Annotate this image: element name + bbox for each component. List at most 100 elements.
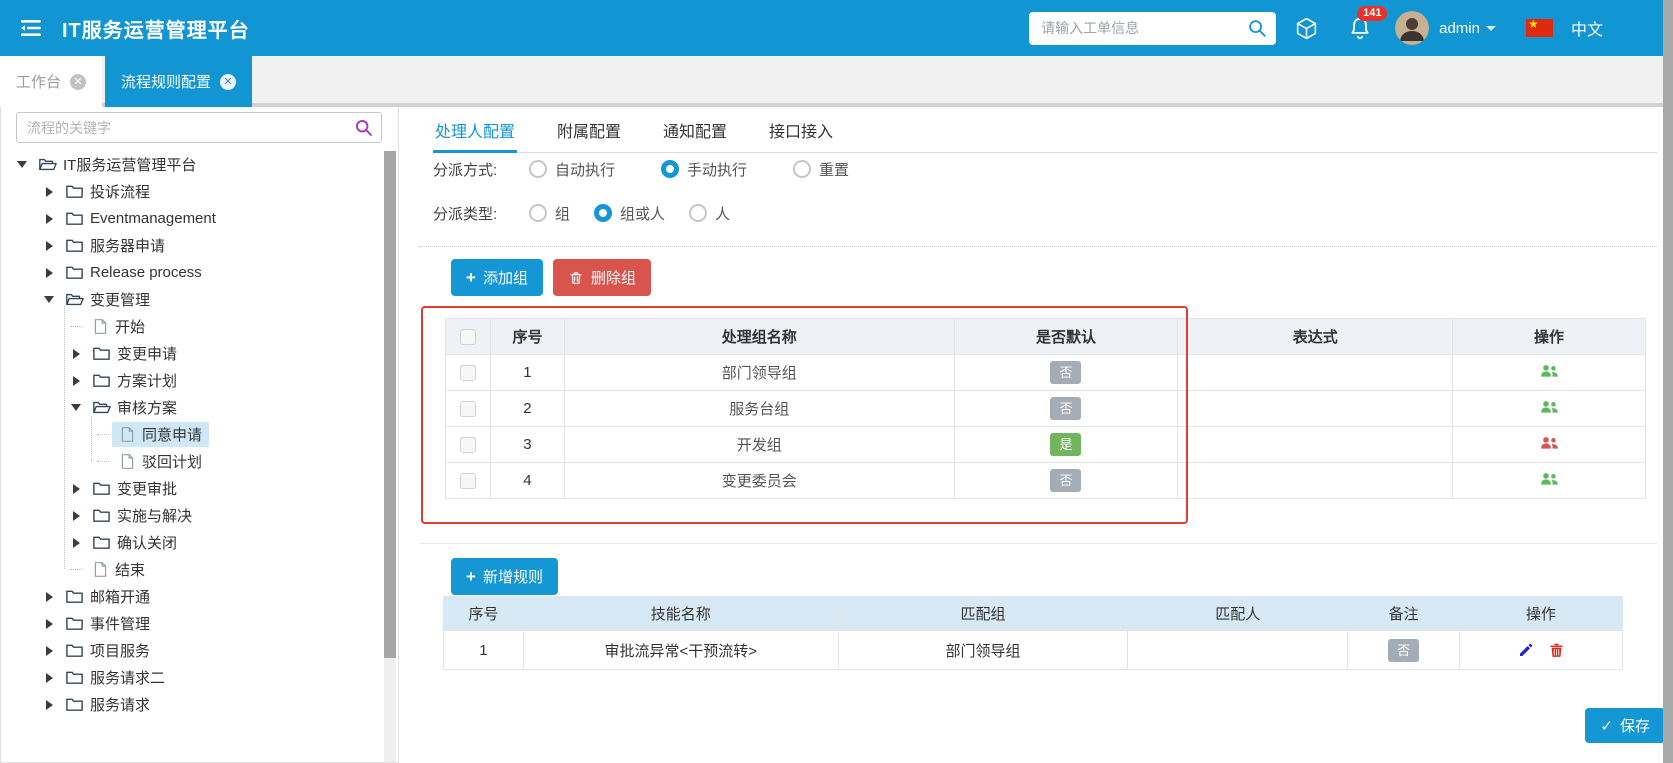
users-icon[interactable]	[1539, 360, 1560, 381]
window-tab-流程规则配置[interactable]: 流程规则配置 ✕	[105, 56, 252, 107]
notifications-bell-icon[interactable]: 141	[1347, 15, 1373, 41]
tree-item[interactable]: 同意申请	[1, 421, 398, 448]
radio-icon[interactable]	[793, 160, 811, 178]
tree-item[interactable]: 服务请求二	[1, 664, 398, 691]
expand-arrow-icon[interactable]	[67, 376, 85, 386]
radio-icon[interactable]	[529, 160, 547, 178]
search-icon[interactable]	[1246, 17, 1268, 44]
tree-item[interactable]: 项目服务	[1, 637, 398, 664]
ticket-search-input[interactable]	[1029, 12, 1276, 45]
tree-item[interactable]: 变更审批	[1, 475, 398, 502]
radio-option-组[interactable]: 组	[529, 203, 570, 224]
china-flag-icon[interactable]: ★	[1526, 19, 1553, 37]
edit-pencil-icon[interactable]	[1518, 642, 1534, 658]
radio-option-重置[interactable]: 重置	[793, 159, 849, 180]
expand-arrow-icon[interactable]	[40, 214, 58, 224]
language-switch[interactable]: 中文	[1571, 16, 1603, 40]
tree-item[interactable]: 开始	[1, 313, 398, 340]
radio-icon[interactable]	[689, 204, 707, 222]
sidebar-scrollbar[interactable]	[384, 151, 396, 762]
radio-option-手动执行[interactable]: 手动执行	[661, 159, 747, 180]
user-menu[interactable]: admin	[1439, 20, 1496, 37]
expand-arrow-icon[interactable]	[40, 268, 58, 278]
rule-table-header: 序号	[444, 597, 524, 631]
expand-arrow-icon[interactable]	[40, 592, 58, 602]
expand-arrow-icon[interactable]	[40, 700, 58, 710]
radio-icon[interactable]	[661, 160, 679, 178]
folder-icon	[65, 695, 84, 714]
users-icon[interactable]	[1539, 432, 1560, 453]
delete-trash-icon[interactable]	[1548, 642, 1565, 659]
radio-icon[interactable]	[594, 204, 612, 222]
expand-arrow-icon[interactable]	[67, 349, 85, 359]
row-checkbox[interactable]	[460, 437, 476, 453]
close-icon[interactable]: ✕	[220, 74, 236, 90]
radio-icon[interactable]	[529, 204, 547, 222]
expand-arrow-icon[interactable]	[40, 619, 58, 629]
expand-arrow-icon[interactable]	[67, 511, 85, 521]
tab-附属配置[interactable]: 附属配置	[555, 113, 623, 152]
actions-cell	[1453, 391, 1646, 427]
tree-item[interactable]: Eventmanagement	[1, 205, 398, 232]
folder-icon	[65, 236, 84, 255]
tree-item[interactable]: 变更管理	[1, 286, 398, 313]
process-search-input[interactable]	[16, 112, 382, 143]
collapse-arrow-icon[interactable]	[13, 161, 31, 168]
chevron-down-icon	[1486, 26, 1496, 31]
tab-处理人配置[interactable]: 处理人配置	[433, 113, 517, 152]
tree-item-label: 服务器申请	[90, 235, 165, 256]
tree-item[interactable]: 事件管理	[1, 610, 398, 637]
add-group-button[interactable]: + 添加组	[451, 259, 543, 296]
sidebar-scrollbar-thumb[interactable]	[384, 151, 396, 658]
expand-arrow-icon[interactable]	[40, 241, 58, 251]
expand-arrow-icon[interactable]	[67, 538, 85, 548]
users-icon[interactable]	[1539, 396, 1560, 417]
row-checkbox[interactable]	[460, 365, 476, 381]
tree-item[interactable]: 驳回计划	[1, 448, 398, 475]
tree-item[interactable]: 方案计划	[1, 367, 398, 394]
user-avatar[interactable]	[1395, 11, 1429, 45]
tree-item[interactable]: 确认关闭	[1, 529, 398, 556]
tree-item[interactable]: Release process	[1, 259, 398, 286]
close-icon[interactable]: ✕	[70, 74, 86, 90]
add-rule-button[interactable]: + 新增规则	[451, 558, 558, 595]
expand-arrow-icon[interactable]	[40, 187, 58, 197]
search-icon[interactable]	[353, 117, 374, 143]
collapse-arrow-icon[interactable]	[67, 404, 85, 411]
tree-item[interactable]: 服务器申请	[1, 232, 398, 259]
select-all-checkbox[interactable]	[460, 329, 476, 345]
expand-arrow-icon[interactable]	[40, 673, 58, 683]
tree-item[interactable]: 邮箱开通	[1, 583, 398, 610]
radio-option-自动执行[interactable]: 自动执行	[529, 159, 615, 180]
remark-badge: 否	[1388, 639, 1419, 662]
folder-icon	[92, 533, 111, 552]
file-icon	[119, 453, 136, 470]
tab-通知配置[interactable]: 通知配置	[661, 113, 729, 152]
tree-item[interactable]: 结束	[1, 556, 398, 583]
window-tab-工作台[interactable]: 工作台 ✕	[0, 56, 102, 107]
tab-接口接入[interactable]: 接口接入	[767, 113, 835, 152]
tree-item[interactable]: IT服务运营管理平台	[1, 151, 398, 178]
row-checkbox[interactable]	[460, 401, 476, 417]
tree-item[interactable]: 实施与解决	[1, 502, 398, 529]
row-checkbox[interactable]	[460, 473, 476, 489]
radio-option-人[interactable]: 人	[689, 203, 730, 224]
apps-cube-icon[interactable]	[1294, 16, 1319, 41]
rule-table-header: 备注	[1348, 597, 1460, 631]
users-icon[interactable]	[1539, 468, 1560, 489]
main-panel: 处理人配置附属配置通知配置接口接入 分派方式: 自动执行手动执行重置 分派类型:…	[399, 107, 1673, 763]
tree-item[interactable]: 服务请求	[1, 691, 398, 718]
delete-group-button[interactable]: 删除组	[553, 259, 651, 296]
tree-item[interactable]: 变更申请	[1, 340, 398, 367]
radio-option-组或人[interactable]: 组或人	[594, 203, 665, 224]
menu-fold-icon[interactable]	[18, 16, 46, 40]
page-scrollbar[interactable]	[1663, 0, 1673, 763]
tree-item[interactable]: 审核方案	[1, 394, 398, 421]
rule-table-header: 匹配人	[1128, 597, 1348, 631]
tree-item[interactable]: 投诉流程	[1, 178, 398, 205]
expand-arrow-icon[interactable]	[40, 646, 58, 656]
expand-arrow-icon[interactable]	[67, 484, 85, 494]
default-cell: 否	[954, 463, 1178, 499]
save-button[interactable]: ✓ 保存	[1585, 708, 1665, 743]
collapse-arrow-icon[interactable]	[40, 296, 58, 303]
